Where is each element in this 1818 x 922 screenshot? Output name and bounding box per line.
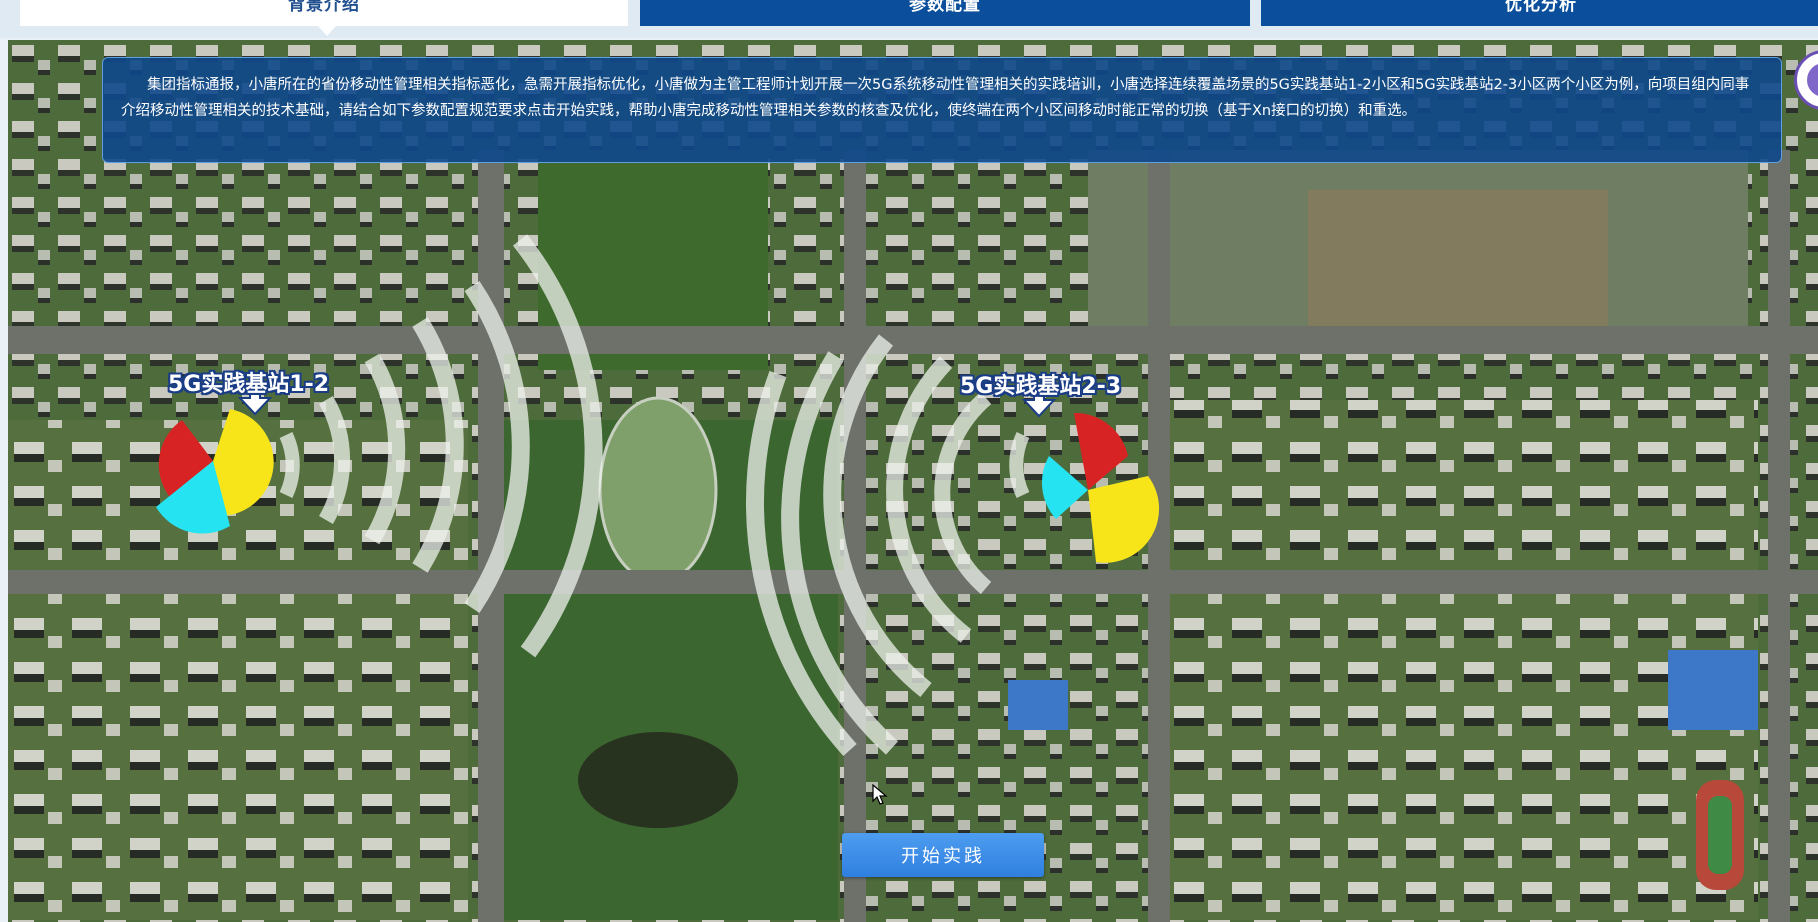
tab-optimization-analysis[interactable]: 优化分析 [1261, 0, 1818, 26]
scenario-intro-panel: 集团指标通报，小唐所在的省份移动性管理相关指标恶化，急需开展指标优化，小唐做为主… [102, 57, 1782, 163]
tab-label: 参数配置 [909, 0, 981, 15]
blue-roofs [1668, 650, 1758, 730]
sports-field [1708, 796, 1732, 874]
road-vertical-center [844, 150, 866, 922]
tab-bar: 背景介绍 参数配置 优化分析 [0, 0, 1818, 38]
satellite-map [8, 40, 1818, 922]
park-plaza [598, 396, 718, 584]
start-practice-button[interactable]: 开始实践 [842, 833, 1044, 877]
tab-background-intro[interactable]: 背景介绍 [20, 0, 628, 26]
station-2-3-label: 5G实践基站2-3 [960, 374, 1122, 399]
tab-parameter-config[interactable]: 参数配置 [640, 0, 1250, 26]
mouse-pointer-icon [872, 784, 888, 805]
park-lake [578, 732, 738, 828]
road-horizontal-north [8, 326, 1818, 354]
active-tab-caret [318, 26, 336, 36]
map-graphics [8, 40, 1818, 922]
scenario-intro-text: 集团指标通报，小唐所在的省份移动性管理相关指标恶化，急需开展指标优化，小唐做为主… [121, 77, 1750, 119]
tab-label: 背景介绍 [288, 0, 360, 15]
station-1-2-label: 5G实践基站1-2 [168, 372, 330, 397]
road-vertical-far-east [1768, 150, 1790, 922]
bare-ground [1308, 190, 1608, 330]
blue-roof-center [1008, 680, 1068, 730]
tab-label: 优化分析 [1505, 0, 1577, 15]
